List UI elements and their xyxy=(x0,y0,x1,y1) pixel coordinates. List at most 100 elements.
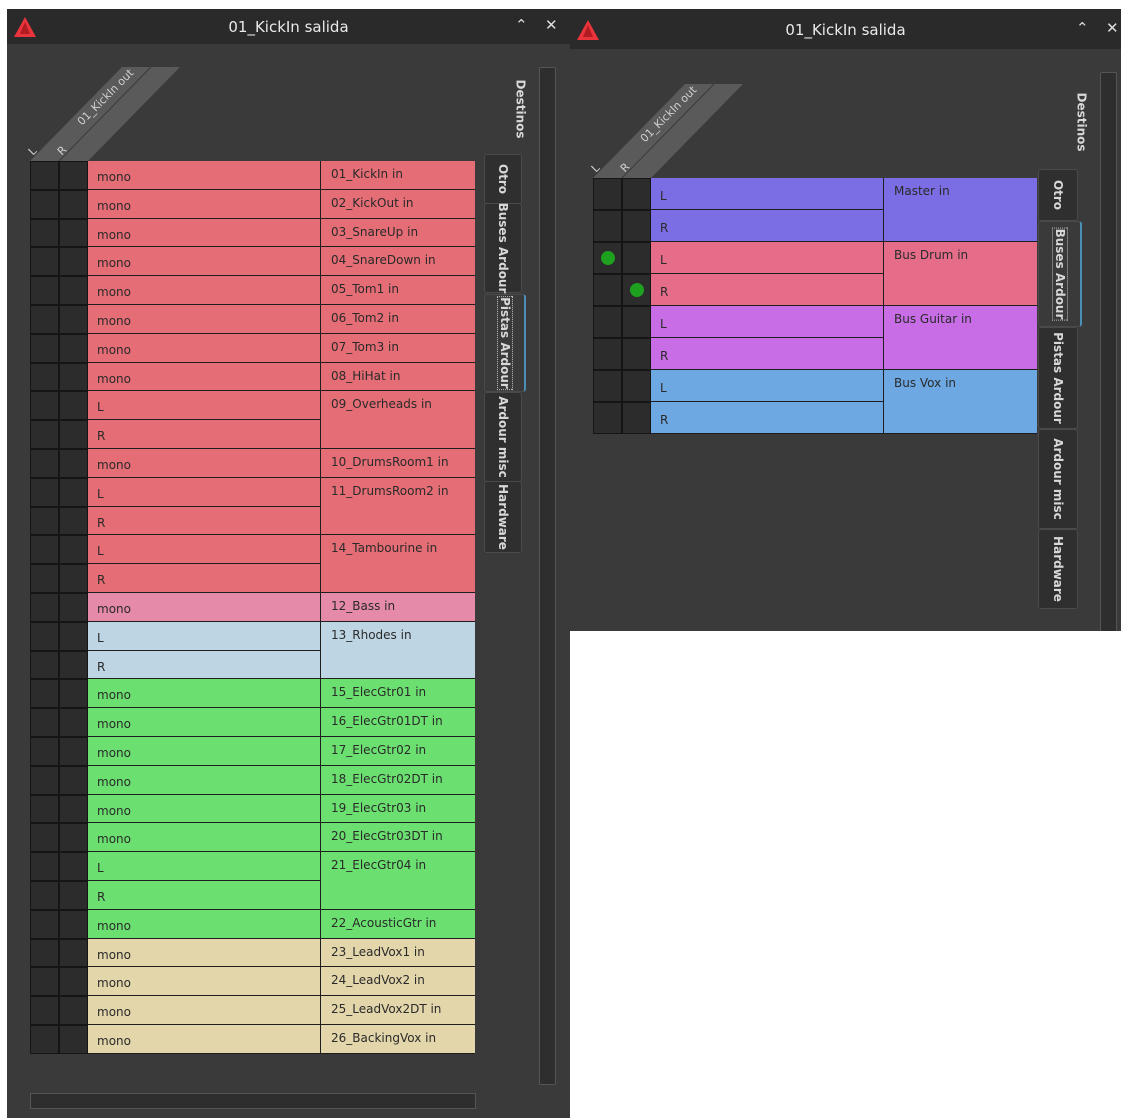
routing-cell[interactable] xyxy=(30,967,59,997)
routing-cell[interactable] xyxy=(59,593,88,622)
routing-cell[interactable] xyxy=(30,391,59,421)
routing-cell[interactable] xyxy=(30,189,59,219)
routing-cell[interactable] xyxy=(30,506,59,536)
routing-cell[interactable] xyxy=(59,420,88,449)
routing-cell[interactable] xyxy=(59,909,88,939)
routing-cell[interactable] xyxy=(59,276,88,305)
routing-cell[interactable] xyxy=(59,506,88,536)
close-button[interactable]: ✕ xyxy=(545,16,558,34)
routing-cell[interactable] xyxy=(30,650,59,680)
routing-cell[interactable] xyxy=(59,391,88,421)
routing-cell[interactable] xyxy=(622,210,651,242)
routing-cell[interactable] xyxy=(59,564,88,593)
routing-cell[interactable] xyxy=(59,247,88,277)
routing-cell[interactable] xyxy=(593,370,622,402)
routing-cell[interactable] xyxy=(30,420,59,449)
routing-cell[interactable] xyxy=(59,881,88,910)
routing-cell[interactable] xyxy=(622,370,651,402)
routing-cell[interactable] xyxy=(59,218,88,248)
routing-cell[interactable] xyxy=(59,737,88,766)
tab-otro[interactable]: Otro xyxy=(484,154,522,204)
routing-cell[interactable] xyxy=(59,477,88,507)
routing-cell[interactable] xyxy=(30,593,59,622)
routing-cell[interactable] xyxy=(59,996,88,1025)
close-button[interactable]: ✕ xyxy=(1106,19,1119,37)
routing-cell[interactable] xyxy=(30,996,59,1025)
routing-cell[interactable] xyxy=(30,909,59,939)
routing-cell[interactable] xyxy=(59,449,88,478)
routing-cell[interactable] xyxy=(622,402,651,434)
routing-cell[interactable] xyxy=(593,274,622,306)
destination-port: 21_ElecGtr04 in xyxy=(321,852,475,910)
routing-cell[interactable] xyxy=(59,333,88,363)
tab-ardour-misc[interactable]: Ardour misc xyxy=(1038,429,1078,529)
routing-cell[interactable] xyxy=(59,938,88,968)
titlebar: 01_KickIn salida ⌃ ✕ xyxy=(7,9,570,44)
tab-otro[interactable]: Otro xyxy=(1038,169,1078,221)
tab-pistas-ardour[interactable]: Pistas Ardour xyxy=(1038,327,1078,429)
routing-cell[interactable] xyxy=(30,708,59,737)
routing-cell[interactable] xyxy=(59,189,88,219)
tab-buses-ardour[interactable]: Buses Ardour xyxy=(1038,221,1082,327)
routing-cell[interactable] xyxy=(593,210,622,242)
routing-cell[interactable] xyxy=(30,305,59,334)
routing-cell[interactable] xyxy=(59,823,88,853)
routing-cell[interactable] xyxy=(30,218,59,248)
routing-cell[interactable] xyxy=(59,161,88,190)
routing-cell[interactable] xyxy=(59,765,88,795)
maximize-button[interactable]: ⌃ xyxy=(1076,19,1089,37)
routing-cell[interactable] xyxy=(30,247,59,277)
routing-cell[interactable] xyxy=(30,881,59,910)
vertical-scrollbar[interactable] xyxy=(539,67,556,1085)
routing-cell[interactable] xyxy=(30,449,59,478)
tab-pistas-ardour[interactable]: Pistas Ardour xyxy=(484,290,526,396)
routing-cell[interactable] xyxy=(30,765,59,795)
destination-port: 20_ElecGtr03DT in xyxy=(321,823,475,853)
routing-cell[interactable] xyxy=(593,402,622,434)
routing-cell[interactable] xyxy=(59,362,88,392)
routing-cell[interactable] xyxy=(30,823,59,853)
routing-cell[interactable] xyxy=(30,737,59,766)
routing-cell[interactable] xyxy=(30,362,59,392)
routing-cell[interactable] xyxy=(30,564,59,593)
routing-cell[interactable] xyxy=(59,852,88,881)
routing-cell[interactable] xyxy=(30,477,59,507)
routing-cell[interactable] xyxy=(59,679,88,709)
maximize-button[interactable]: ⌃ xyxy=(515,16,528,34)
routing-cell[interactable] xyxy=(622,242,651,274)
channel-label: mono xyxy=(88,823,321,853)
routing-cell[interactable] xyxy=(59,535,88,565)
routing-cell[interactable] xyxy=(30,679,59,709)
routing-cell[interactable] xyxy=(30,852,59,881)
routing-cell[interactable] xyxy=(593,178,622,210)
routing-cell[interactable] xyxy=(30,535,59,565)
routing-cell[interactable] xyxy=(622,178,651,210)
routing-cell[interactable] xyxy=(30,1025,59,1054)
tab-hardware[interactable]: Hardware xyxy=(1038,529,1078,609)
routing-cell[interactable] xyxy=(30,621,59,651)
routing-cell[interactable] xyxy=(593,306,622,338)
destination-port: 04_SnareDown in xyxy=(321,247,475,277)
routing-cell[interactable] xyxy=(30,938,59,968)
routing-cell[interactable] xyxy=(30,794,59,824)
tab-ardour-misc[interactable]: Ardour misc xyxy=(484,392,522,482)
routing-cell[interactable] xyxy=(59,967,88,997)
routing-cell[interactable] xyxy=(622,338,651,370)
horizontal-scrollbar[interactable] xyxy=(30,1093,476,1109)
routing-cell[interactable] xyxy=(30,161,59,190)
tab-buses-ardour[interactable]: Buses Ardour xyxy=(484,203,522,293)
routing-cell[interactable] xyxy=(30,276,59,305)
routing-cell[interactable] xyxy=(59,1025,88,1054)
routing-cell[interactable] xyxy=(30,333,59,363)
routing-cell[interactable] xyxy=(59,708,88,737)
tab-hardware[interactable]: Hardware xyxy=(484,481,522,553)
routing-cell[interactable] xyxy=(622,274,651,306)
vertical-scrollbar[interactable] xyxy=(1100,72,1117,631)
routing-cell[interactable] xyxy=(59,794,88,824)
routing-cell[interactable] xyxy=(593,242,622,274)
routing-cell[interactable] xyxy=(593,338,622,370)
routing-cell[interactable] xyxy=(59,621,88,651)
routing-cell[interactable] xyxy=(59,650,88,680)
routing-cell[interactable] xyxy=(59,305,88,334)
routing-cell[interactable] xyxy=(622,306,651,338)
